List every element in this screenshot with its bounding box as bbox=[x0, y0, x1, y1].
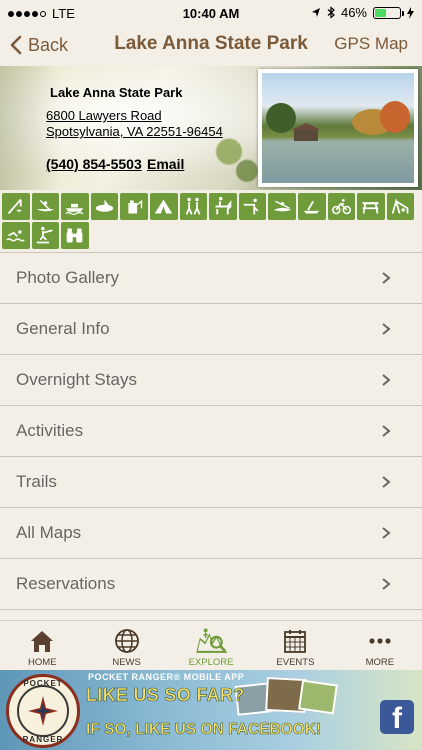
activity-icons bbox=[0, 190, 422, 252]
more-dots-icon bbox=[369, 638, 391, 644]
paddleboat-icon[interactable] bbox=[297, 193, 326, 220]
chevron-right-icon bbox=[382, 272, 391, 284]
tab-label: EXPLORE bbox=[188, 657, 234, 668]
tab-more[interactable]: MORE bbox=[338, 621, 422, 670]
status-bar: LTE 10:40 AM 46% bbox=[0, 0, 422, 26]
tab-label: MORE bbox=[365, 657, 395, 668]
tent-camping-icon[interactable] bbox=[149, 193, 178, 220]
hiking-icon[interactable] bbox=[179, 193, 208, 220]
facebook-ad-banner[interactable]: POCKET RANGER POCKET RANGER® MOBILE APP … bbox=[0, 670, 422, 750]
playground-icon[interactable] bbox=[386, 193, 415, 220]
pocket-ranger-logo: POCKET RANGER bbox=[6, 674, 80, 748]
tab-events[interactable]: EVENTS bbox=[253, 621, 337, 670]
ad-app-tag: POCKET RANGER® MOBILE APP bbox=[88, 672, 245, 682]
ad-headline: LIKE US SO FAR? bbox=[86, 685, 245, 706]
tab-label: NEWS bbox=[112, 657, 141, 668]
chevron-left-icon bbox=[10, 35, 22, 55]
biking-icon[interactable] bbox=[327, 193, 356, 220]
explore-map-icon bbox=[196, 628, 228, 653]
address-line-2[interactable]: Spotsylvania, VA 22551-96454 bbox=[46, 124, 223, 139]
menu-item-overnight-stays[interactable]: Overnight Stays bbox=[0, 355, 422, 406]
location-arrow-icon bbox=[311, 8, 320, 17]
fishing-icon[interactable] bbox=[2, 193, 30, 220]
kayak-icon[interactable] bbox=[268, 193, 296, 220]
chevron-right-icon bbox=[382, 578, 391, 590]
email-link[interactable]: Email bbox=[147, 156, 184, 172]
boat-launch-icon[interactable] bbox=[61, 193, 89, 220]
battery-fill bbox=[375, 8, 387, 17]
calendar-icon bbox=[284, 630, 307, 653]
status-right: 46% bbox=[311, 5, 414, 20]
lake-photo-image bbox=[262, 73, 414, 183]
menu-item-label: Reservations bbox=[16, 574, 116, 593]
menu-item-label: General Info bbox=[16, 319, 110, 338]
tab-label: EVENTS bbox=[276, 657, 315, 668]
address-line-1[interactable]: 6800 Lawyers Road bbox=[46, 108, 162, 123]
binoculars-icon[interactable] bbox=[61, 222, 89, 249]
tab-news[interactable]: NEWS bbox=[84, 621, 168, 670]
menu-item-reservations[interactable]: Reservations bbox=[0, 559, 422, 610]
battery-percent: 46% bbox=[340, 5, 367, 20]
menu-item-activities[interactable]: Activities bbox=[0, 406, 422, 457]
park-photo[interactable] bbox=[258, 69, 418, 187]
menu-item-label: Activities bbox=[16, 421, 84, 440]
menu-item-label: Photo Gallery bbox=[16, 268, 119, 287]
hunting-icon[interactable] bbox=[238, 193, 267, 220]
back-button[interactable]: Back bbox=[10, 30, 68, 60]
canoe-icon[interactable] bbox=[31, 193, 60, 220]
tab-bar: HOME NEWS EXPLORE EVENTS MORE bbox=[0, 620, 422, 670]
picnic-table-icon[interactable] bbox=[357, 193, 385, 220]
camping-fuel-icon[interactable] bbox=[120, 193, 148, 220]
chevron-right-icon bbox=[382, 476, 391, 488]
menu-item-label: All Maps bbox=[16, 523, 82, 542]
gps-map-button[interactable]: GPS Map bbox=[334, 34, 408, 54]
chevron-right-icon bbox=[382, 374, 391, 386]
back-label: Back bbox=[28, 34, 69, 55]
horseback-riding-icon[interactable] bbox=[209, 193, 237, 220]
park-name: Lake Anna State Park bbox=[50, 85, 183, 100]
park-menu-list: Photo Gallery General Info Overnight Sta… bbox=[0, 252, 422, 610]
globe-icon bbox=[114, 629, 139, 653]
menu-item-all-maps[interactable]: All Maps bbox=[0, 508, 422, 559]
home-icon bbox=[31, 631, 54, 652]
tab-label: HOME bbox=[27, 657, 57, 668]
boat-rental-icon[interactable] bbox=[90, 193, 119, 220]
menu-item-general-info[interactable]: General Info bbox=[0, 304, 422, 355]
navigation-bar: Back Lake Anna State Park GPS Map bbox=[0, 26, 422, 66]
ad-subheadline: IF SO, LIKE US ON FACEBOOK! bbox=[86, 721, 322, 739]
battery-icon bbox=[373, 6, 404, 19]
facebook-icon: f bbox=[380, 700, 414, 735]
chevron-right-icon bbox=[382, 527, 391, 539]
chevron-right-icon bbox=[382, 425, 391, 437]
page-title: Lake Anna State Park bbox=[114, 33, 308, 54]
charging-bolt-icon bbox=[407, 6, 414, 19]
menu-item-trails[interactable]: Trails bbox=[0, 457, 422, 508]
menu-item-label: Overnight Stays bbox=[16, 370, 137, 389]
compass-rose-icon bbox=[28, 696, 58, 726]
menu-item-photo-gallery[interactable]: Photo Gallery bbox=[0, 253, 422, 304]
app-screen: LTE 10:40 AM 46% Back Lake Anna State Pa… bbox=[0, 0, 422, 750]
swimming-icon[interactable] bbox=[2, 222, 30, 249]
tab-explore[interactable]: EXPLORE bbox=[169, 621, 253, 670]
bluetooth-icon bbox=[327, 6, 335, 19]
ad-photo-collage bbox=[234, 676, 356, 718]
phone-link[interactable]: (540) 854-5503 bbox=[46, 156, 142, 172]
menu-item-label: Trails bbox=[16, 472, 57, 491]
logo-text-bottom: RANGER bbox=[22, 735, 64, 744]
tab-home[interactable]: HOME bbox=[0, 621, 84, 670]
waterskiing-icon[interactable] bbox=[31, 222, 60, 249]
chevron-right-icon bbox=[382, 323, 391, 335]
